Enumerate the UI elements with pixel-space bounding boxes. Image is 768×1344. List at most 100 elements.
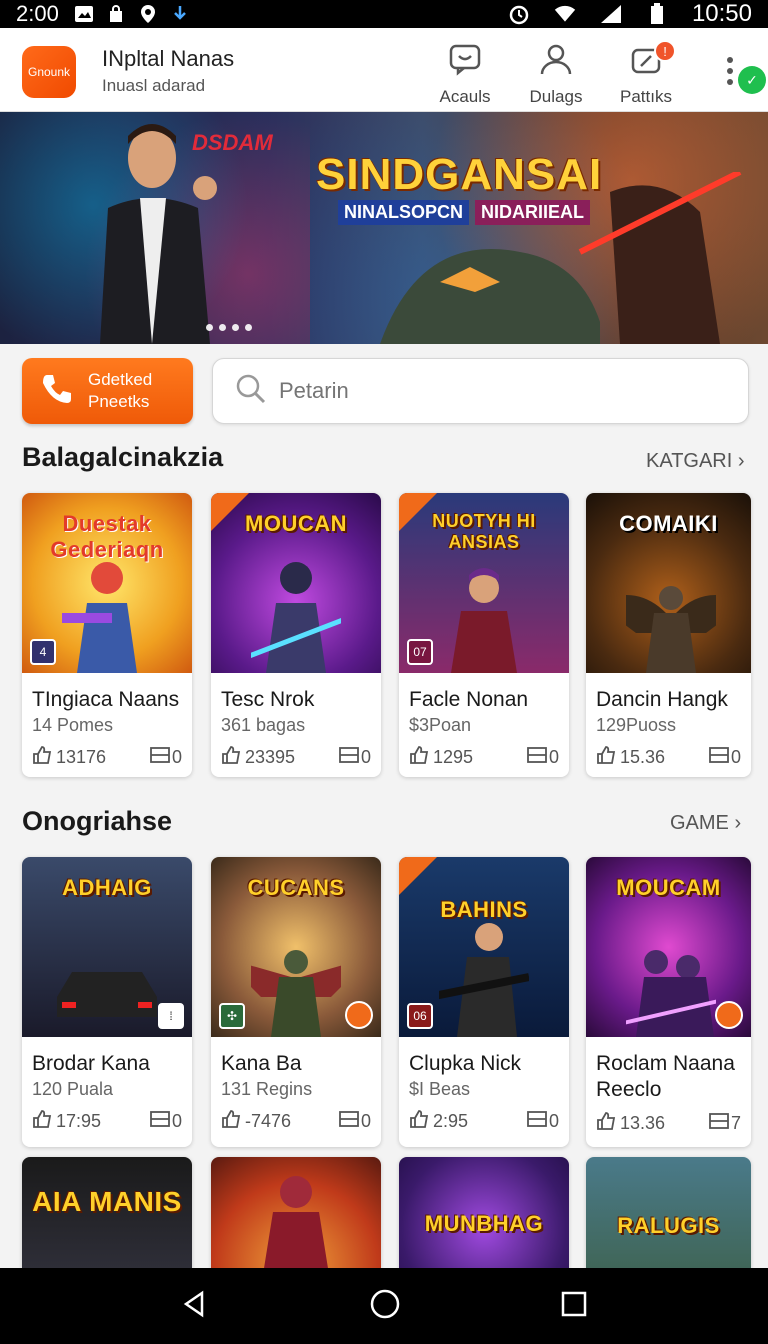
game-card-likes: 15.36 [620, 747, 666, 767]
back-icon[interactable] [180, 1289, 210, 1324]
section-see-all-link[interactable]: KATGARI › [646, 450, 745, 473]
game-card-figure [626, 586, 716, 673]
chevron-right-icon: › [737, 450, 745, 472]
game-card-art: RALUGIS [586, 1157, 751, 1277]
game-card[interactable]: COMAIKI Dancin Hangk 129Puoss 15.36 0 [586, 493, 751, 777]
header-button-label: Dulags [529, 87, 583, 106]
game-card-art: MOUCAM [586, 857, 751, 1037]
header-button-dulags[interactable]: Dulags [516, 42, 596, 106]
banner-title: SINDGANSAI [316, 150, 603, 199]
game-card-art-title: ADHAIG [62, 875, 152, 900]
header-button-label: Pattıks [620, 87, 672, 106]
game-card-stats: 17:95 0 [22, 1101, 192, 1146]
game-card-art-title: MOUCAN [245, 511, 347, 536]
banner-tag: DSDAM [192, 130, 273, 155]
game-card[interactable]: MOUCAM Roclam Naana Reeclo 13.36 7 [586, 857, 751, 1147]
game-card-art: MOUCAN [211, 493, 381, 673]
game-card-stats: -7476 0 [211, 1101, 381, 1146]
game-card-title: Tesc Nrok [221, 688, 315, 711]
game-card-likes: -7476 [245, 1111, 292, 1131]
list-icon [150, 1111, 170, 1132]
game-card-meta: 131 Regins [221, 1079, 313, 1099]
game-card-fire-icon [345, 1001, 373, 1029]
game-card-figure [451, 568, 517, 673]
hero-banner[interactable]: DSDAM SINDGANSAI NINALSOPCN NIDARIIEAL [0, 112, 768, 344]
game-card-likes: 1295 [433, 747, 474, 767]
game-card[interactable]: Duestak Gederiaqn 4 TIngiaca Naans 14 Po… [22, 493, 192, 777]
new-corner-ribbon [399, 857, 437, 895]
game-card-art-title: COMAIKI [619, 511, 718, 536]
game-card-title: Facle Nonan [409, 688, 529, 711]
cta-line1: Gdetked [88, 370, 153, 389]
game-card-figure [626, 950, 716, 1037]
game-card-meta: 14 Pomes [32, 715, 114, 735]
game-card[interactable]: MUNBHAG [399, 1157, 569, 1277]
status-clock: 10:50 [691, 0, 752, 27]
list-icon [709, 1113, 729, 1134]
game-card-count: 0 [548, 747, 559, 767]
battery-icon [646, 3, 668, 24]
section-see-all-link[interactable]: GAME › [670, 812, 741, 835]
game-card-count: 0 [360, 747, 371, 767]
game-card-badge: 06 [407, 1003, 433, 1029]
game-card-art-title: RALUGIS [617, 1213, 720, 1238]
banner-subtitle-right: NIDARIIEAL [475, 200, 591, 225]
game-card[interactable]: RALUGIS [586, 1157, 751, 1277]
thumbs-up-icon [409, 745, 429, 770]
game-card-count: 0 [360, 1111, 371, 1131]
search-bar[interactable] [212, 358, 749, 424]
signal-icon [600, 4, 622, 24]
carousel-indicator[interactable] [206, 324, 252, 331]
thumbs-up-icon [221, 1109, 241, 1134]
game-card[interactable]: CUCANS ✣ Kana Ba 131 Regins -7476 0 [211, 857, 381, 1147]
chat-icon [448, 42, 482, 81]
game-card-art: NUOTYH HI ANSIAS 07 [399, 493, 569, 673]
game-card-stats: 13176 0 [22, 737, 192, 777]
list-icon [150, 747, 170, 768]
game-card-art: MUNBHAG [399, 1157, 569, 1277]
thumbs-up-icon [596, 1111, 616, 1136]
game-card-badge: 07 [407, 639, 433, 665]
game-card-count: 0 [730, 747, 741, 767]
game-card[interactable]: NUOTYH HI ANSIAS 07 Facle Nonan $3Poan 1… [399, 493, 569, 777]
game-card-stats: 2:95 0 [399, 1101, 569, 1146]
phone-icon [40, 372, 74, 411]
game-card-figure [262, 1176, 330, 1277]
thumbs-up-icon [32, 745, 52, 770]
game-card-art-title: MOUCAM [616, 875, 721, 900]
game-card-art: Duestak Gederiaqn 4 [22, 493, 192, 673]
status-time: 2:00 [16, 1, 59, 26]
thumbs-up-icon [409, 1109, 429, 1134]
wifi-icon [554, 4, 576, 24]
call-button[interactable]: Gdetked Pneetks [22, 358, 193, 424]
app-subtitle: Inuasl adarad [102, 76, 206, 95]
game-card-stats: 13.36 7 [586, 1103, 751, 1147]
list-icon [339, 747, 359, 768]
game-card[interactable]: ADHAIG ⁞ Brodar Kana 120 Puala 17:95 0 [22, 857, 192, 1147]
game-card[interactable]: BAHINS 06 Clupka Nick $I Beas 2:95 0 [399, 857, 569, 1147]
game-card-likes: 2:95 [433, 1111, 469, 1131]
header-button-pattiks[interactable]: ! Pattıks [606, 40, 686, 106]
game-card[interactable]: MOUCAN Tesc Nrok 361 bagas 23395 0 [211, 493, 381, 777]
game-card-art: BAHINS 06 [399, 857, 569, 1037]
header-button-acauls[interactable]: Acauls [425, 42, 505, 106]
game-card-title: Dancin Hangk [596, 688, 728, 711]
game-card-corner-icon: ⁞ [158, 1003, 184, 1029]
recents-icon[interactable] [560, 1290, 588, 1323]
location-icon [137, 4, 159, 24]
game-card-stats: 15.36 0 [586, 737, 751, 777]
game-card-art: COMAIKI [586, 493, 751, 673]
game-card[interactable] [211, 1157, 381, 1277]
app-logo[interactable]: Gnounk [22, 46, 76, 98]
bag-icon [105, 4, 127, 24]
chevron-right-icon: › [734, 812, 742, 834]
game-card-art-title: AIA MANIS [32, 1186, 182, 1217]
game-card-meta: 120 Puala [32, 1079, 114, 1099]
game-card-title: Brodar Kana [32, 1052, 150, 1075]
home-icon[interactable] [369, 1288, 401, 1325]
search-input[interactable] [279, 378, 679, 404]
game-card[interactable]: AIA MANIS [22, 1157, 192, 1277]
status-bar: 2:00 10:50 [0, 0, 768, 28]
game-card-corner-icon: ✣ [219, 1003, 245, 1029]
game-card-meta: $3Poan [409, 715, 472, 735]
